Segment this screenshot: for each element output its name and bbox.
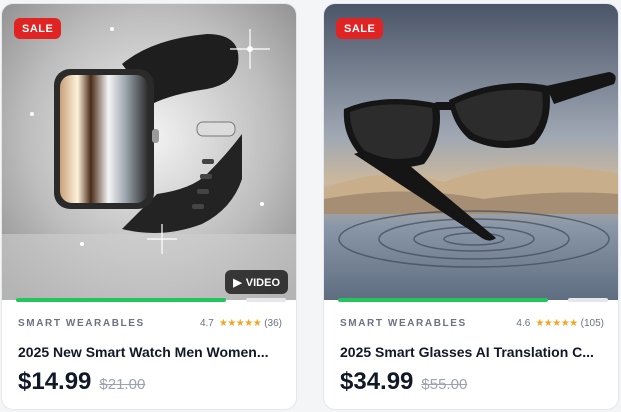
- stock-progress-track: [246, 298, 286, 302]
- product-meta: SMART WEARABLES 4.6 ★★★★★ (105): [340, 318, 604, 329]
- play-icon: ▶: [233, 277, 242, 289]
- star-icon: ★★★★★: [218, 318, 262, 329]
- current-price: $34.99: [340, 368, 414, 395]
- product-title[interactable]: 2025 Smart Glasses AI Translation C...: [340, 344, 604, 360]
- sale-badge: SALE: [14, 18, 62, 39]
- review-count: (36): [264, 318, 282, 329]
- smart-watch-image: [2, 4, 296, 300]
- original-price: $21.00: [99, 376, 146, 393]
- product-image[interactable]: SALE: [324, 4, 618, 300]
- review-count: (105): [580, 318, 604, 329]
- product-meta: SMART WEARABLES 4.7 ★★★★★ (36): [18, 318, 282, 329]
- product-rating: 4.6 ★★★★★ (105): [516, 318, 604, 329]
- product-category: SMART WEARABLES: [18, 318, 145, 329]
- product-category: SMART WEARABLES: [340, 318, 467, 329]
- video-label: VIDEO: [245, 276, 280, 289]
- rating-value: 4.7: [199, 318, 214, 329]
- product-card-smart-watch[interactable]: SALE ▶ VIDEO SMART WEARABLES 4.7 ★★★★★ (…: [1, 3, 297, 410]
- current-price: $14.99: [18, 368, 92, 395]
- original-price: $55.00: [421, 376, 468, 393]
- stock-progress-track: [568, 298, 608, 302]
- product-prices: $34.99 $55.00: [340, 368, 467, 396]
- product-rating: 4.7 ★★★★★ (36): [200, 318, 282, 329]
- product-title[interactable]: 2025 New Smart Watch Men Women...: [18, 344, 282, 360]
- product-prices: $14.99 $21.00: [18, 368, 145, 396]
- star-icon: ★★★★★: [535, 318, 578, 329]
- stock-progress-bar: [338, 298, 548, 302]
- rating-value: 4.6: [516, 318, 531, 329]
- stock-progress-bar: [16, 298, 226, 302]
- smart-glasses-image: [324, 4, 618, 300]
- product-card-smart-glasses[interactable]: SALE SMART WEARABLES 4.6 ★★★★★ (105) 202…: [323, 3, 619, 410]
- product-image[interactable]: SALE ▶ VIDEO: [2, 4, 296, 300]
- sale-badge: SALE: [336, 18, 384, 39]
- video-button[interactable]: ▶ VIDEO: [225, 270, 288, 294]
